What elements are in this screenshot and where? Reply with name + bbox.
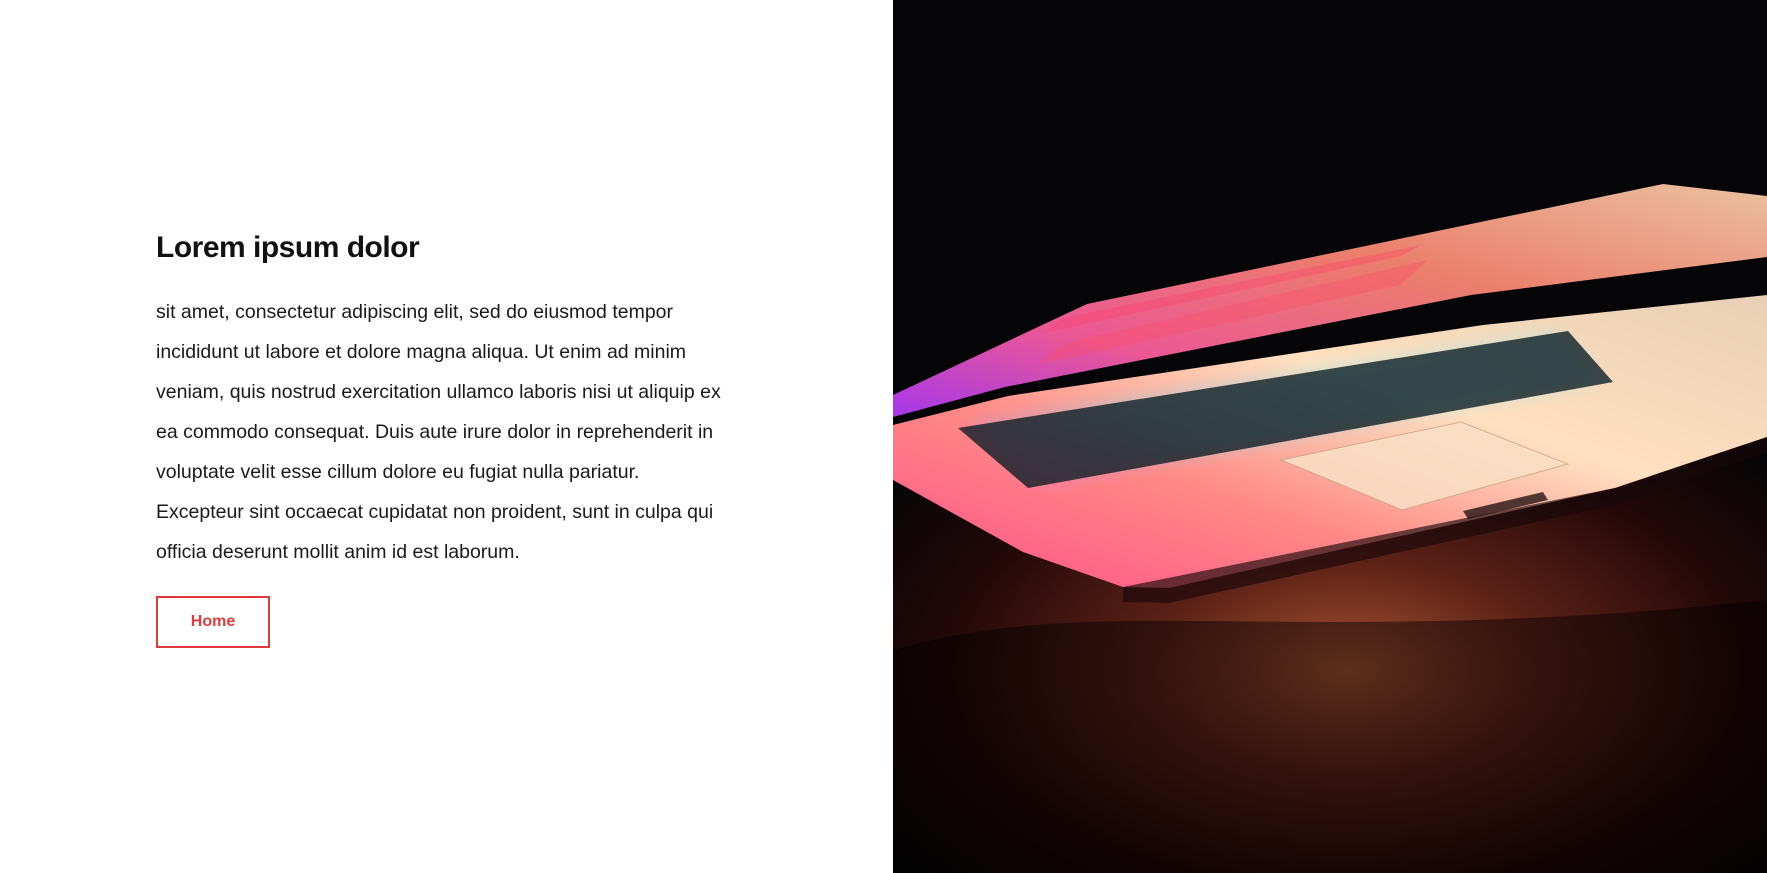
hero-content: Lorem ipsum dolor sit amet, consectetur … [156,226,726,648]
hero-body-text: sit amet, consectetur adipiscing elit, s… [156,301,721,563]
hero-image-panel [893,0,1767,873]
page: Lorem ipsum dolor sit amet, consectetur … [0,0,1767,873]
home-button[interactable]: Home [156,596,270,648]
text-panel: Lorem ipsum dolor sit amet, consectetur … [0,0,893,873]
laptop-image [893,0,1767,873]
page-title: Lorem ipsum dolor [156,231,420,264]
